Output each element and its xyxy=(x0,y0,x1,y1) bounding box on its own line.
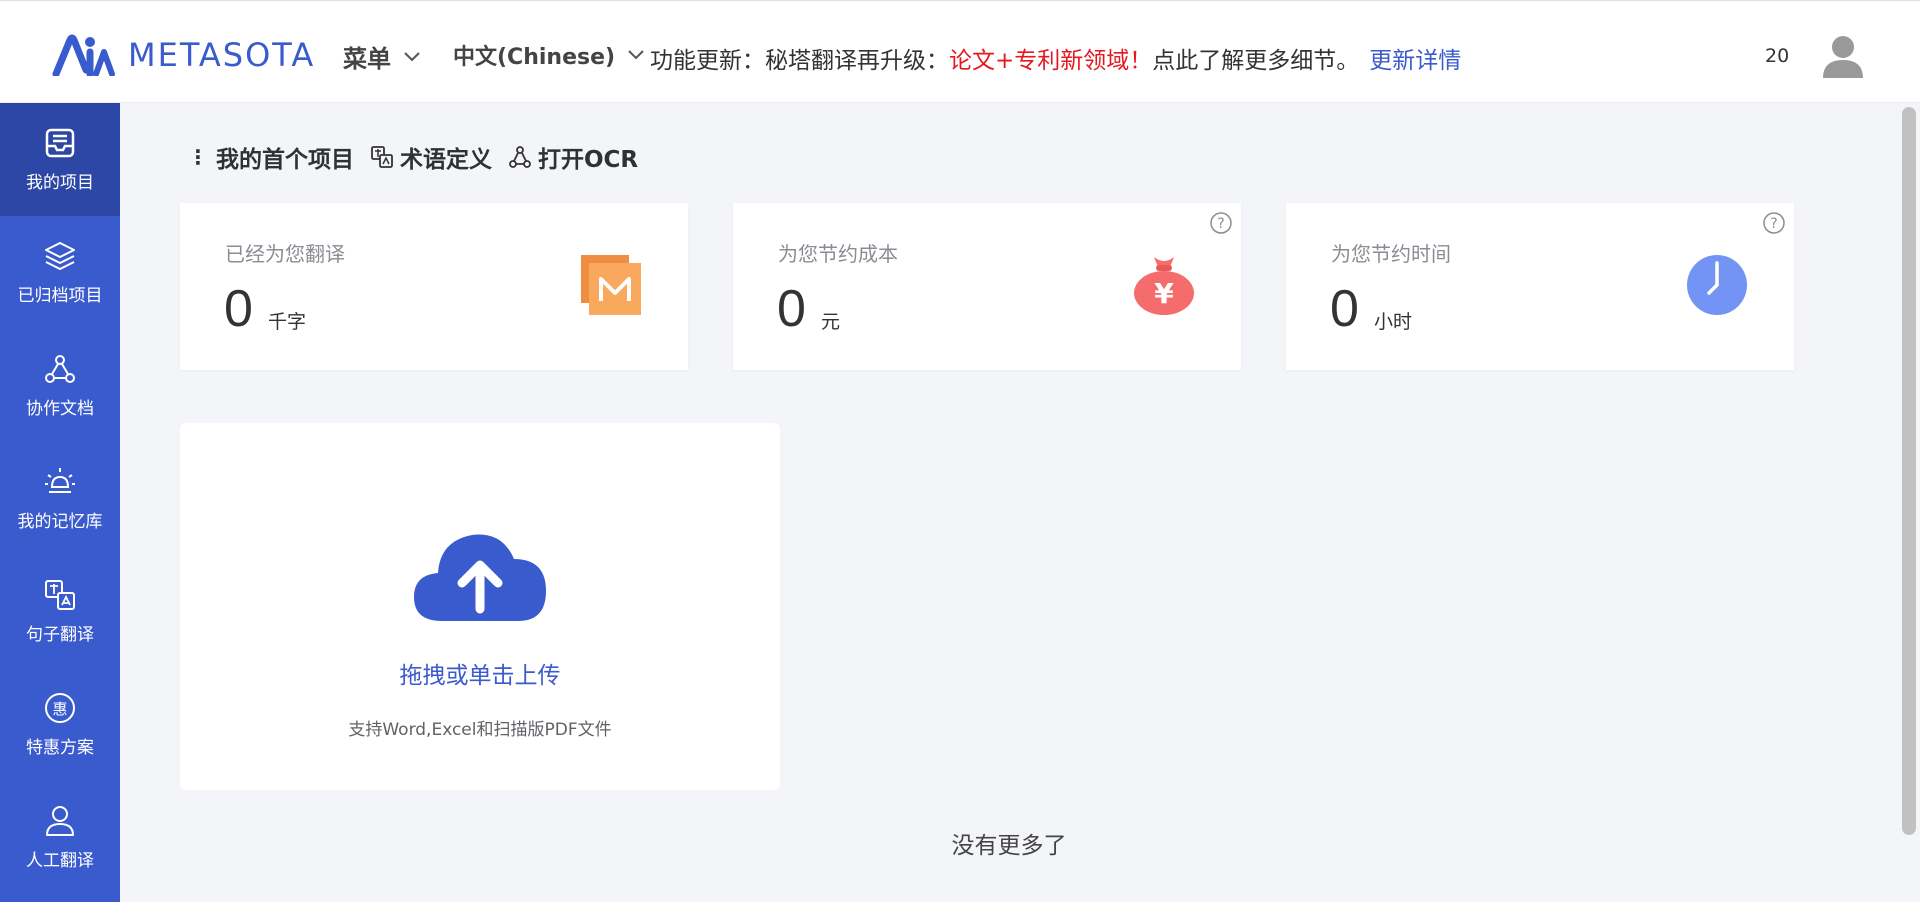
metasota-logo[interactable]: METASOTA xyxy=(52,34,315,76)
help-icon[interactable]: ? xyxy=(1762,211,1786,235)
notice-highlight: 论文+专利新领域！ xyxy=(949,48,1153,74)
language-dropdown[interactable]: 中文(Chinese) xyxy=(453,39,645,71)
stat-unit: 千字 xyxy=(268,311,307,333)
terms-label: 术语定义 xyxy=(400,147,492,173)
sidebar-item-sentence-translate[interactable]: 句子翻译 xyxy=(0,555,120,668)
no-more-text: 没有更多了 xyxy=(951,833,1067,859)
clock-icon xyxy=(1687,255,1747,315)
svg-text:?: ? xyxy=(1770,216,1777,232)
sidebar-item-label: 人工翻译 xyxy=(26,851,94,871)
notice-prefix: 功能更新：秘塔翻译再升级： xyxy=(650,48,949,74)
stat-value: 0 xyxy=(224,280,253,338)
translate-icon xyxy=(45,580,75,610)
stat-card-translated: 已经为您翻译 0 千字 xyxy=(180,203,688,370)
stat-unit: 小时 xyxy=(1374,311,1413,333)
stat-label: 已经为您翻译 xyxy=(225,242,345,266)
glossary-icon xyxy=(371,146,393,168)
language-label: 中文(Chinese) xyxy=(453,45,616,70)
project-toolbar: ⋮ 我的首个项目 术语定义 打开OCR xyxy=(188,140,654,174)
menu-label: 菜单 xyxy=(343,45,391,73)
upload-title: 拖拽或单击上传 xyxy=(399,663,561,689)
project-name[interactable]: 我的首个项目 xyxy=(216,140,354,174)
sidebar-item-label: 我的项目 xyxy=(26,173,94,193)
logo-wordmark: METASOTA xyxy=(128,36,316,74)
sidebar-item-human-translate[interactable]: 人工翻译 xyxy=(0,781,120,894)
m-document-icon xyxy=(581,255,641,315)
notice-suffix: 点此了解更多细节。 xyxy=(1152,48,1360,74)
yen-glyph: ¥ xyxy=(1154,277,1174,310)
svg-text:?: ? xyxy=(1217,216,1224,232)
money-bag-icon: ¥ xyxy=(1134,257,1194,315)
update-notice[interactable]: 功能更新：秘塔翻译再升级：论文+专利新领域！点此了解更多细节。 更新详情 xyxy=(650,41,1461,75)
user-avatar-icon[interactable] xyxy=(1822,34,1864,78)
sidebar-item-my-projects[interactable]: 我的项目 xyxy=(0,103,120,216)
more-vertical-icon[interactable]: ⋮ xyxy=(188,145,208,169)
stat-value: 0 xyxy=(777,280,806,338)
stat-value: 0 xyxy=(1330,280,1359,338)
sidebar-item-label: 协作文档 xyxy=(26,399,94,419)
ocr-label: 打开OCR xyxy=(538,147,639,173)
chevron-down-icon xyxy=(404,51,420,61)
help-icon[interactable]: ? xyxy=(1209,211,1233,235)
scrollbar-thumb[interactable] xyxy=(1902,107,1916,835)
stat-unit: 元 xyxy=(821,311,841,333)
stat-label: 为您节约时间 xyxy=(1331,242,1451,266)
project-name-label: 我的首个项目 xyxy=(216,147,354,173)
person-icon xyxy=(46,806,74,836)
upload-hint: 支持Word,Excel和扫描版PDF文件 xyxy=(348,720,612,740)
discount-icon: 惠 xyxy=(45,693,75,723)
sidebar: 我的项目 已归档项目 协作文档 我的记忆库 句子翻译 惠 特惠方案 人工翻译 xyxy=(0,103,120,902)
bulb-icon xyxy=(45,468,75,493)
sidebar-item-label: 已归档项目 xyxy=(17,286,103,306)
header-count: 20 xyxy=(1765,45,1790,67)
upload-dropzone[interactable]: 拖拽或单击上传 支持Word,Excel和扫描版PDF文件 xyxy=(180,423,780,790)
discount-glyph: 惠 xyxy=(52,700,67,718)
inbox-icon xyxy=(45,128,75,158)
ocr-icon xyxy=(509,146,531,168)
chevron-down-icon xyxy=(628,50,644,60)
sidebar-item-discount[interactable]: 惠 特惠方案 xyxy=(0,668,120,781)
sidebar-item-label: 特惠方案 xyxy=(26,738,94,758)
sidebar-item-archived[interactable]: 已归档项目 xyxy=(0,216,120,329)
logo-mark-icon xyxy=(52,34,115,76)
stat-card-cost-saved: 为您节约成本 0 元 ? ¥ xyxy=(733,203,1241,370)
layers-icon xyxy=(45,242,75,270)
menu-dropdown[interactable]: 菜单 xyxy=(343,39,421,74)
ocr-button[interactable]: 打开OCR xyxy=(508,140,638,174)
terms-button[interactable]: 术语定义 xyxy=(370,140,492,174)
sidebar-item-memory[interactable]: 我的记忆库 xyxy=(0,442,120,555)
cloud-upload-icon xyxy=(414,534,546,621)
update-details-link[interactable]: 更新详情 xyxy=(1369,48,1461,74)
top-header: METASOTA 菜单 中文(Chinese) 功能更新：秘塔翻译再升级：论文+… xyxy=(0,0,1920,103)
sidebar-item-label: 我的记忆库 xyxy=(17,512,103,532)
sidebar-item-label: 句子翻译 xyxy=(26,625,94,645)
stat-label: 为您节约成本 xyxy=(778,242,898,266)
stat-card-time-saved: 为您节约时间 0 小时 ? xyxy=(1286,203,1794,370)
collab-icon xyxy=(45,355,75,383)
sidebar-item-collab-docs[interactable]: 协作文档 xyxy=(0,329,120,442)
